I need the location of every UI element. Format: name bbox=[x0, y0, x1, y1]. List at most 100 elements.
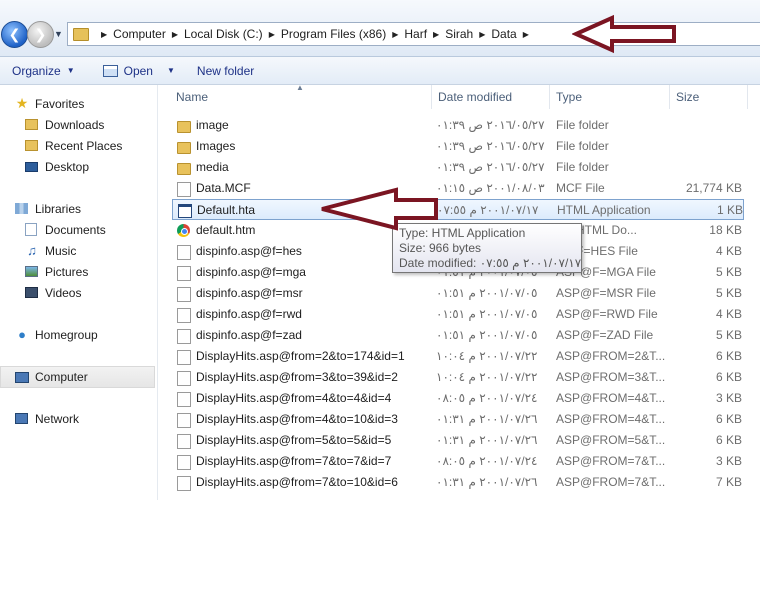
file-name: DisplayHits.asp@from=2&to=174&id=1 bbox=[196, 349, 405, 363]
file-date-modified: ٢٠١٦/٠٥/٢٧ ص ٠١:٣٩ bbox=[436, 118, 545, 132]
sidebar-item-network[interactable]: Network bbox=[0, 408, 156, 429]
file-type: ASP@F=MSR File bbox=[556, 286, 656, 300]
column-header-type[interactable]: Type bbox=[550, 85, 670, 109]
table-row[interactable]: DisplayHits.asp@from=4&to=4&id=4 ٢٠٠١/٠٧/… bbox=[172, 388, 744, 409]
chevron-right-icon[interactable]: ▶ bbox=[433, 30, 439, 39]
file-size: 3 KB bbox=[715, 391, 742, 405]
file-icon bbox=[177, 329, 191, 344]
table-row[interactable]: DisplayHits.asp@from=3&to=39&id=2 ٢٠٠١/٠٧… bbox=[172, 367, 744, 388]
table-row[interactable]: dispinfo.asp@f=msr ٢٠٠١/٠٧/٠٥ م ٠١:٥١ ASP@… bbox=[172, 283, 744, 304]
chevron-right-icon[interactable]: ▶ bbox=[101, 30, 107, 39]
file-size: 21,774 KB bbox=[685, 181, 742, 195]
breadcrumb-item-local-disk[interactable]: Local Disk (C:) bbox=[184, 27, 263, 41]
table-row[interactable]: DisplayHits.asp@from=4&to=10&id=3 ٢٠٠١/٠٧… bbox=[172, 409, 744, 430]
organize-button[interactable]: Organize ▼ bbox=[12, 64, 75, 78]
sidebar-item-computer[interactable]: Computer bbox=[0, 366, 155, 388]
sidebar-item-label: Videos bbox=[45, 285, 82, 300]
sidebar-item-homegroup[interactable]: ● Homegroup bbox=[0, 324, 156, 345]
breadcrumb-item-computer[interactable]: Computer bbox=[113, 27, 166, 41]
file-size bbox=[668, 136, 742, 157]
forward-button[interactable]: ❯ bbox=[27, 21, 54, 48]
table-row[interactable]: DisplayHits.asp@from=7&to=7&id=7 ٢٠٠١/٠٧/… bbox=[172, 451, 744, 472]
chevron-right-icon[interactable]: ▶ bbox=[523, 30, 529, 39]
file-icon bbox=[177, 371, 191, 386]
file-type: ASP@F=RWD File bbox=[556, 307, 658, 321]
breadcrumb-item-sirah[interactable]: Sirah bbox=[445, 27, 473, 41]
tooltip-date: Date modified: ٢٠٠١/٠٧/١٧ م ٠٧:٥٥ bbox=[399, 256, 582, 270]
chevron-right-icon[interactable]: ▶ bbox=[172, 30, 178, 39]
file-type: HTML Application bbox=[557, 203, 651, 217]
file-size: 5 KB bbox=[715, 328, 742, 342]
file-date-modified: ٢٠٠١/٠٧/٢٤ م ٠٨:٠٥ bbox=[436, 391, 538, 405]
sidebar-item-label: Recent Places bbox=[45, 138, 123, 153]
file-type: File folder bbox=[556, 139, 609, 153]
table-row[interactable]: dispinfo.asp@f=rwd ٢٠٠١/٠٧/٠٥ م ٠١:٥١ ASP@… bbox=[172, 304, 744, 325]
sidebar-item-downloads[interactable]: Downloads bbox=[0, 114, 156, 135]
table-row[interactable]: dispinfo.asp@f=zad ٢٠٠١/٠٧/٠٥ م ٠١:٥١ ASP@… bbox=[172, 325, 744, 346]
sidebar-item-label: Music bbox=[45, 243, 77, 258]
file-type: ASP@FROM=3&T... bbox=[556, 370, 666, 384]
sidebar-item-libraries[interactable]: Libraries bbox=[0, 198, 156, 219]
file-date-modified: ٢٠٠١/٠٧/٢٦ م ٠١:٣١ bbox=[436, 433, 538, 447]
file-date-modified: ٢٠٠١/٠٨/٠٣ ص ٠١:١٥ bbox=[436, 181, 545, 195]
table-row[interactable]: DisplayHits.asp@from=5&to=5&id=5 ٢٠٠١/٠٧/… bbox=[172, 430, 744, 451]
file-date-modified: ٢٠٠١/٠٧/٠٥ م ٠١:٥١ bbox=[436, 286, 538, 300]
breadcrumb-item-program-files[interactable]: Program Files (x86) bbox=[281, 27, 386, 41]
file-icon bbox=[177, 476, 191, 491]
breadcrumb-item-data[interactable]: Data bbox=[491, 27, 516, 41]
file-icon bbox=[177, 434, 191, 449]
sidebar-item-pictures[interactable]: Pictures bbox=[0, 261, 156, 282]
open-button[interactable]: Open ▼ bbox=[102, 64, 175, 78]
sidebar-item-recent-places[interactable]: Recent Places bbox=[0, 135, 156, 156]
hta-icon bbox=[178, 204, 192, 218]
table-row[interactable]: media ٢٠١٦/٠٥/٢٧ ص ٠١:٣٩ File folder bbox=[172, 157, 744, 178]
history-dropdown-icon[interactable]: ▼ bbox=[54, 29, 63, 39]
sidebar-item-documents[interactable]: Documents bbox=[0, 219, 156, 240]
sidebar-item-videos[interactable]: Videos bbox=[0, 282, 156, 303]
file-type: ASP@FROM=5&T... bbox=[556, 433, 666, 447]
table-row[interactable]: Data.MCF ٢٠٠١/٠٨/٠٣ ص ٠١:١٥ MCF File 21,774… bbox=[172, 178, 744, 199]
chevron-right-icon[interactable]: ▶ bbox=[269, 30, 275, 39]
sidebar-item-favorites[interactable]: ★ Favorites bbox=[0, 93, 156, 114]
table-row[interactable]: Default.hta ٢٠٠١/٠٧/١٧ م ٠٧:٥٥ HTML Applic… bbox=[172, 199, 744, 220]
file-date-modified: ٢٠٠١/٠٧/٠٥ م ٠١:٥١ bbox=[436, 328, 538, 342]
file-type: File folder bbox=[556, 160, 609, 174]
column-header-size[interactable]: Size bbox=[670, 85, 748, 109]
file-type: ASP@FROM=4&T... bbox=[556, 412, 666, 426]
file-icon bbox=[177, 350, 191, 365]
table-row[interactable]: Images ٢٠١٦/٠٥/٢٧ ص ٠١:٣٩ File folder bbox=[172, 136, 744, 157]
chevron-right-icon[interactable]: ▶ bbox=[479, 30, 485, 39]
breadcrumb-item-harf[interactable]: Harf bbox=[404, 27, 427, 41]
documents-icon bbox=[25, 223, 37, 236]
sidebar-item-music[interactable]: ♫ Music bbox=[0, 240, 156, 261]
libraries-icon bbox=[15, 203, 28, 214]
file-size: 6 KB bbox=[715, 412, 742, 426]
file-name: dispinfo.asp@f=zad bbox=[196, 328, 302, 342]
table-row[interactable]: DisplayHits.asp@from=7&to=10&id=6 ٢٠٠١/٠٧… bbox=[172, 472, 744, 493]
tooltip-size: Size: 966 bytes bbox=[399, 241, 482, 255]
file-size: 18 KB bbox=[709, 223, 742, 237]
file-size bbox=[668, 157, 742, 178]
chevron-right-icon[interactable]: ▶ bbox=[392, 30, 398, 39]
table-row[interactable]: image ٢٠١٦/٠٥/٢٧ ص ٠١:٣٩ File folder bbox=[172, 115, 744, 136]
computer-icon bbox=[15, 371, 29, 383]
file-name: DisplayHits.asp@from=7&to=10&id=6 bbox=[196, 475, 398, 489]
sidebar-item-label: Pictures bbox=[45, 264, 89, 279]
column-header-date-modified[interactable]: Date modified bbox=[432, 85, 550, 109]
music-note-icon: ♫ bbox=[27, 243, 37, 258]
desktop-icon bbox=[25, 161, 38, 172]
pictures-icon bbox=[25, 266, 38, 277]
file-size: 6 KB bbox=[715, 433, 742, 447]
table-row[interactable]: DisplayHits.asp@from=2&to=174&id=1 ٢٠٠١/٠… bbox=[172, 346, 744, 367]
sidebar-item-label: Desktop bbox=[45, 159, 90, 174]
sidebar-item-desktop[interactable]: Desktop bbox=[0, 156, 156, 177]
file-date-modified: ٢٠٠١/٠٧/٢٢ م ١٠:٠٤ bbox=[436, 370, 538, 384]
back-button[interactable]: ❮ bbox=[1, 21, 28, 48]
file-name: Images bbox=[196, 139, 236, 153]
file-date-modified: ٢٠٠١/٠٧/٢٦ م ٠١:٣١ bbox=[436, 475, 538, 489]
new-folder-button[interactable]: New folder bbox=[197, 64, 254, 78]
file-size bbox=[668, 115, 742, 136]
file-size: 3 KB bbox=[715, 454, 742, 468]
file-name: DisplayHits.asp@from=3&to=39&id=2 bbox=[196, 370, 398, 384]
column-header-name[interactable]: Name bbox=[170, 85, 432, 109]
